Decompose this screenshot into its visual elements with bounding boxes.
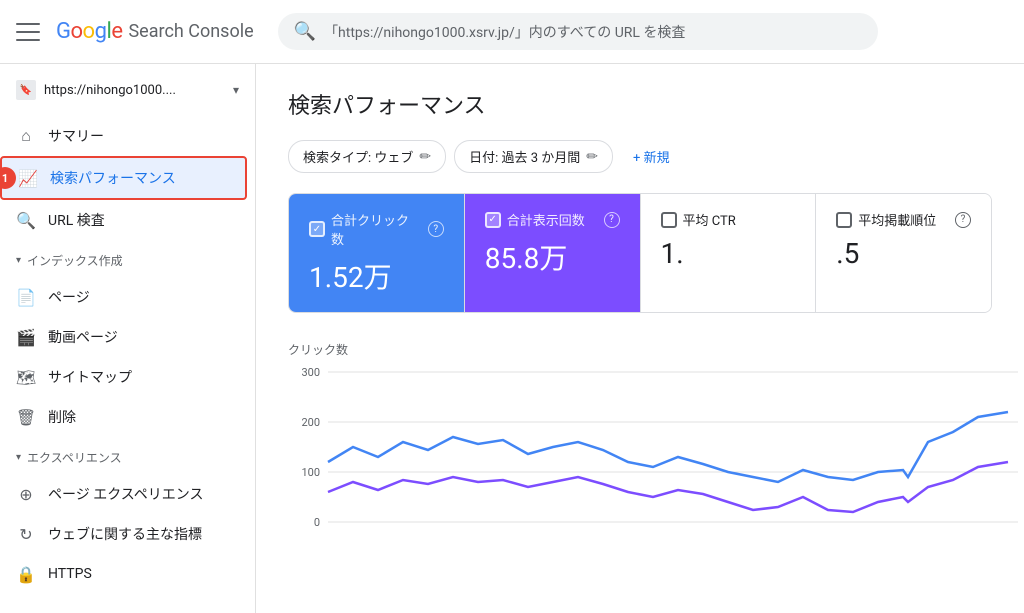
chevron-down-icon: ▾ bbox=[233, 83, 239, 97]
svg-text:200: 200 bbox=[301, 416, 320, 429]
section-label-index: インデックス作成 bbox=[0, 244, 255, 273]
metric-card-position: 平均掲載順位 ? .5 bbox=[816, 194, 991, 312]
experience-section: ⊕ ページ エクスペリエンス ↻ ウェブに関する主な指標 🔒 HTTPS bbox=[0, 470, 255, 598]
metric-checkbox-ctr[interactable] bbox=[661, 212, 677, 228]
menu-icon[interactable] bbox=[16, 20, 40, 44]
metric-checkbox-position[interactable] bbox=[836, 212, 852, 228]
sidebar-item-label: ページ bbox=[48, 287, 90, 307]
experience-icon: ⊕ bbox=[16, 484, 36, 504]
sidebar-item-label: サイトマップ bbox=[48, 367, 132, 387]
home-icon: ⌂ bbox=[16, 126, 36, 146]
help-icon-clicks[interactable]: ? bbox=[428, 221, 444, 237]
delete-icon: 🗑 bbox=[16, 407, 36, 427]
site-url: https://nihongo1000.... bbox=[44, 83, 225, 98]
header: Google Search Console 🔍 「https://nihongo… bbox=[0, 0, 1024, 64]
svg-text:300: 300 bbox=[301, 366, 320, 379]
edit-icon: ✏ bbox=[419, 149, 431, 165]
sidebar-item-label: 削除 bbox=[48, 407, 76, 427]
badge-1: 1 bbox=[0, 167, 16, 189]
main-content: 検索パフォーマンス 検索タイプ: ウェブ ✏ 日付: 過去 3 か月間 ✏ + … bbox=[256, 64, 1024, 613]
metric-value-impressions: 85.8万 bbox=[485, 237, 620, 277]
index-section: 📄 ページ 🎬 動画ページ 🗺 サイトマップ 🗑 削除 bbox=[0, 273, 255, 441]
metric-value-clicks: 1.52万 bbox=[309, 256, 444, 296]
app-title: Search Console bbox=[128, 21, 253, 42]
sidebar-item-summary[interactable]: ⌂ サマリー bbox=[0, 116, 247, 156]
sidebar-item-label: 動画ページ bbox=[48, 327, 118, 347]
add-filter-label: + 新規 bbox=[633, 147, 670, 166]
filter-search-type[interactable]: 検索タイプ: ウェブ ✏ bbox=[288, 140, 446, 173]
site-favicon: 🔖 bbox=[16, 80, 36, 100]
sidebar-item-label: URL 検査 bbox=[48, 210, 105, 230]
metric-checkbox-impressions[interactable] bbox=[485, 212, 501, 228]
chart-icon: 📈 bbox=[18, 168, 38, 188]
add-filter-button[interactable]: + 新規 bbox=[621, 141, 682, 172]
sidebar-item-label: 検索パフォーマンス bbox=[50, 168, 176, 188]
main-nav: ⌂ サマリー 1 📈 検索パフォーマンス 🔍 URL 検査 bbox=[0, 112, 255, 244]
metric-label-clicks: 合計クリック数 ? bbox=[309, 210, 444, 248]
filter-label: 検索タイプ: ウェブ bbox=[303, 147, 413, 166]
page-icon: 📄 bbox=[16, 287, 36, 307]
sidebar-item-search-performance[interactable]: 1 📈 検索パフォーマンス bbox=[0, 156, 247, 200]
search-icon: 🔍 bbox=[16, 210, 36, 230]
sidebar-item-label: ページ エクスペリエンス bbox=[48, 484, 204, 504]
metric-card-ctr: 平均 CTR 1. bbox=[641, 194, 817, 312]
filter-bar: 検索タイプ: ウェブ ✏ 日付: 過去 3 か月間 ✏ + 新規 bbox=[288, 140, 992, 173]
search-placeholder-text: 「https://nihongo1000.xsrv.jp/」内のすべての URL… bbox=[324, 22, 685, 42]
logo: Google Search Console bbox=[56, 19, 254, 44]
vitals-icon: ↻ bbox=[16, 524, 36, 544]
filter-label: 日付: 過去 3 か月間 bbox=[469, 147, 580, 166]
help-icon-position[interactable]: ? bbox=[955, 212, 971, 228]
sidebar-item-url-inspection[interactable]: 🔍 URL 検査 bbox=[0, 200, 247, 240]
metric-label-impressions: 合計表示回数 ? bbox=[485, 210, 620, 229]
metric-card-clicks: 合計クリック数 ? 1.52万 bbox=[289, 194, 465, 312]
metric-value-ctr: 1. bbox=[661, 237, 796, 270]
metrics-row: 合計クリック数 ? 1.52万 合計表示回数 ? 85.8万 平均 CTR bbox=[288, 193, 992, 313]
metric-value-position: .5 bbox=[836, 237, 971, 270]
sidebar-item-web-vitals[interactable]: ↻ ウェブに関する主な指標 bbox=[0, 514, 247, 554]
chart-container: クリック数 300 200 100 0 bbox=[288, 333, 992, 574]
metric-card-impressions: 合計表示回数 ? 85.8万 bbox=[465, 194, 641, 312]
metric-label-position: 平均掲載順位 ? bbox=[836, 210, 971, 229]
sidebar-item-page-experience[interactable]: ⊕ ページ エクスペリエンス bbox=[0, 474, 247, 514]
sidebar-item-label: ウェブに関する主な指標 bbox=[48, 524, 202, 544]
sidebar-item-video-pages[interactable]: 🎬 動画ページ bbox=[0, 317, 247, 357]
video-icon: 🎬 bbox=[16, 327, 36, 347]
page-title: 検索パフォーマンス bbox=[288, 88, 992, 120]
global-search-bar[interactable]: 🔍 「https://nihongo1000.xsrv.jp/」内のすべての U… bbox=[278, 13, 878, 50]
lock-icon: 🔒 bbox=[16, 564, 36, 584]
svg-text:0: 0 bbox=[314, 516, 320, 529]
search-icon: 🔍 bbox=[294, 21, 316, 42]
edit-icon: ✏ bbox=[586, 149, 598, 165]
sidebar-item-sitemap[interactable]: 🗺 サイトマップ bbox=[0, 357, 247, 397]
sitemap-icon: 🗺 bbox=[16, 367, 36, 387]
svg-text:100: 100 bbox=[301, 466, 320, 479]
sidebar-item-https[interactable]: 🔒 HTTPS bbox=[0, 554, 247, 594]
sidebar-item-pages[interactable]: 📄 ページ bbox=[0, 277, 247, 317]
metric-label-ctr: 平均 CTR bbox=[661, 210, 796, 229]
layout: 🔖 https://nihongo1000.... ▾ ⌂ サマリー 1 📈 検… bbox=[0, 64, 1024, 613]
site-selector[interactable]: 🔖 https://nihongo1000.... ▾ bbox=[0, 72, 255, 112]
sidebar: 🔖 https://nihongo1000.... ▾ ⌂ サマリー 1 📈 検… bbox=[0, 64, 256, 613]
sidebar-item-label: HTTPS bbox=[48, 566, 92, 582]
help-icon-impressions[interactable]: ? bbox=[604, 212, 620, 228]
chart-y-label: クリック数 bbox=[288, 341, 992, 358]
filter-date[interactable]: 日付: 過去 3 か月間 ✏ bbox=[454, 140, 613, 173]
metric-checkbox-clicks[interactable] bbox=[309, 221, 325, 237]
chart-svg: 300 200 100 0 bbox=[288, 362, 992, 566]
sidebar-item-removal[interactable]: 🗑 削除 bbox=[0, 397, 247, 437]
sidebar-item-label: サマリー bbox=[48, 126, 104, 146]
section-label-experience: エクスペリエンス bbox=[0, 441, 255, 470]
